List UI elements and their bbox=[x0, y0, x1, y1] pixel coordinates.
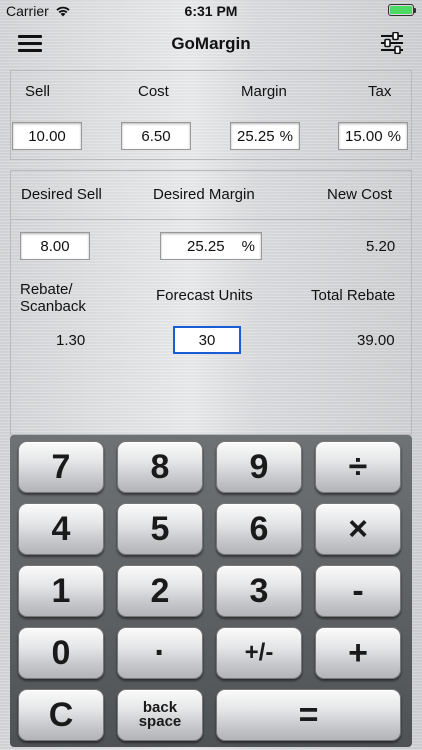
margin-header: Margin bbox=[241, 83, 287, 100]
sell-value: 10.00 bbox=[28, 127, 66, 145]
margin-percent-sign: % bbox=[279, 127, 293, 145]
key-subtract[interactable]: - bbox=[315, 565, 401, 617]
backspace-line2: space bbox=[138, 713, 182, 730]
key-0-label: 0 bbox=[51, 633, 71, 672]
status-time: 6:31 PM bbox=[184, 3, 238, 19]
key-divide-label: ÷ bbox=[348, 447, 368, 486]
margin-field[interactable]: 25.25 % bbox=[230, 122, 300, 150]
desired-margin-field[interactable]: 25.25 % bbox=[160, 232, 262, 260]
tax-value: 15.00 bbox=[345, 127, 383, 145]
key-plus-minus-label: +/- bbox=[244, 639, 274, 666]
cost-field[interactable]: 6.50 bbox=[121, 122, 191, 150]
cost-value: 6.50 bbox=[141, 127, 171, 145]
key-0[interactable]: 0 bbox=[18, 627, 104, 679]
rebate-label: Rebate/ Scanback bbox=[20, 281, 86, 315]
key-clear[interactable]: C bbox=[18, 689, 104, 741]
settings-sliders-icon[interactable] bbox=[380, 32, 404, 54]
key-add-label: + bbox=[348, 633, 368, 672]
key-5[interactable]: 5 bbox=[117, 503, 203, 555]
total-rebate-value: 39.00 bbox=[357, 332, 395, 349]
key-plus-minus[interactable]: +/- bbox=[216, 627, 302, 679]
desired-sell-field[interactable]: 8.00 bbox=[20, 232, 90, 260]
desired-margin-value: 25.25 bbox=[187, 237, 225, 255]
key-1[interactable]: 1 bbox=[18, 565, 104, 617]
key-equals[interactable]: = bbox=[216, 689, 401, 741]
keypad: 7 8 9 ÷ 4 5 6 × 1 2 3 - 0 · +/- + C back… bbox=[10, 435, 412, 747]
status-bar: Carrier 6:31 PM bbox=[0, 0, 422, 22]
key-backspace-label: back space bbox=[138, 700, 182, 730]
rebate-label-line1: Rebate/ bbox=[20, 281, 73, 298]
key-multiply-label: × bbox=[348, 509, 368, 548]
key-equals-label: = bbox=[298, 695, 319, 734]
forecast-units-value: 30 bbox=[198, 331, 216, 349]
key-7-label: 7 bbox=[51, 447, 71, 486]
rebate-value[interactable]: 1.30 bbox=[56, 332, 85, 349]
key-6-label: 6 bbox=[249, 509, 269, 548]
key-multiply[interactable]: × bbox=[315, 503, 401, 555]
desired-margin-header: Desired Margin bbox=[153, 186, 255, 203]
desired-sell-header: Desired Sell bbox=[21, 186, 102, 203]
new-cost-value: 5.20 bbox=[366, 238, 396, 255]
key-decimal[interactable]: · bbox=[117, 627, 203, 679]
key-1-label: 1 bbox=[51, 571, 71, 610]
app-title: GoMargin bbox=[171, 34, 251, 53]
forecast-units-field[interactable]: 30 bbox=[173, 326, 241, 354]
key-add[interactable]: + bbox=[315, 627, 401, 679]
key-3-label: 3 bbox=[249, 571, 269, 610]
sell-field[interactable]: 10.00 bbox=[12, 122, 82, 150]
key-9[interactable]: 9 bbox=[216, 441, 302, 493]
key-clear-label: C bbox=[48, 695, 74, 734]
key-8-label: 8 bbox=[150, 447, 170, 486]
battery-icon bbox=[388, 4, 416, 16]
key-subtract-label: - bbox=[352, 571, 364, 610]
key-4[interactable]: 4 bbox=[18, 503, 104, 555]
key-7[interactable]: 7 bbox=[18, 441, 104, 493]
margin-value: 25.25 bbox=[237, 127, 275, 145]
key-5-label: 5 bbox=[150, 509, 170, 548]
key-9-label: 9 bbox=[249, 447, 269, 486]
cost-header: Cost bbox=[138, 83, 169, 100]
key-4-label: 4 bbox=[51, 509, 71, 548]
nav-bar: GoMargin bbox=[0, 22, 422, 66]
tax-header: Tax bbox=[368, 83, 392, 100]
key-decimal-label: · bbox=[154, 633, 166, 672]
sell-header: Sell bbox=[25, 83, 51, 100]
key-3[interactable]: 3 bbox=[216, 565, 302, 617]
hamburger-menu-icon[interactable] bbox=[18, 35, 42, 53]
desired-sell-value: 8.00 bbox=[40, 237, 70, 255]
key-8[interactable]: 8 bbox=[117, 441, 203, 493]
key-divide[interactable]: ÷ bbox=[315, 441, 401, 493]
forecast-units-label: Forecast Units bbox=[156, 287, 253, 304]
key-2[interactable]: 2 bbox=[117, 565, 203, 617]
new-cost-header: New Cost bbox=[327, 186, 393, 203]
key-backspace[interactable]: back space bbox=[117, 689, 203, 741]
desired-margin-percent-sign: % bbox=[241, 237, 255, 255]
tax-field[interactable]: 15.00 % bbox=[338, 122, 408, 150]
tax-percent-sign: % bbox=[387, 127, 401, 145]
rebate-label-line2: Scanback bbox=[20, 298, 86, 315]
key-2-label: 2 bbox=[150, 571, 170, 610]
total-rebate-label: Total Rebate bbox=[311, 287, 396, 304]
key-6[interactable]: 6 bbox=[216, 503, 302, 555]
